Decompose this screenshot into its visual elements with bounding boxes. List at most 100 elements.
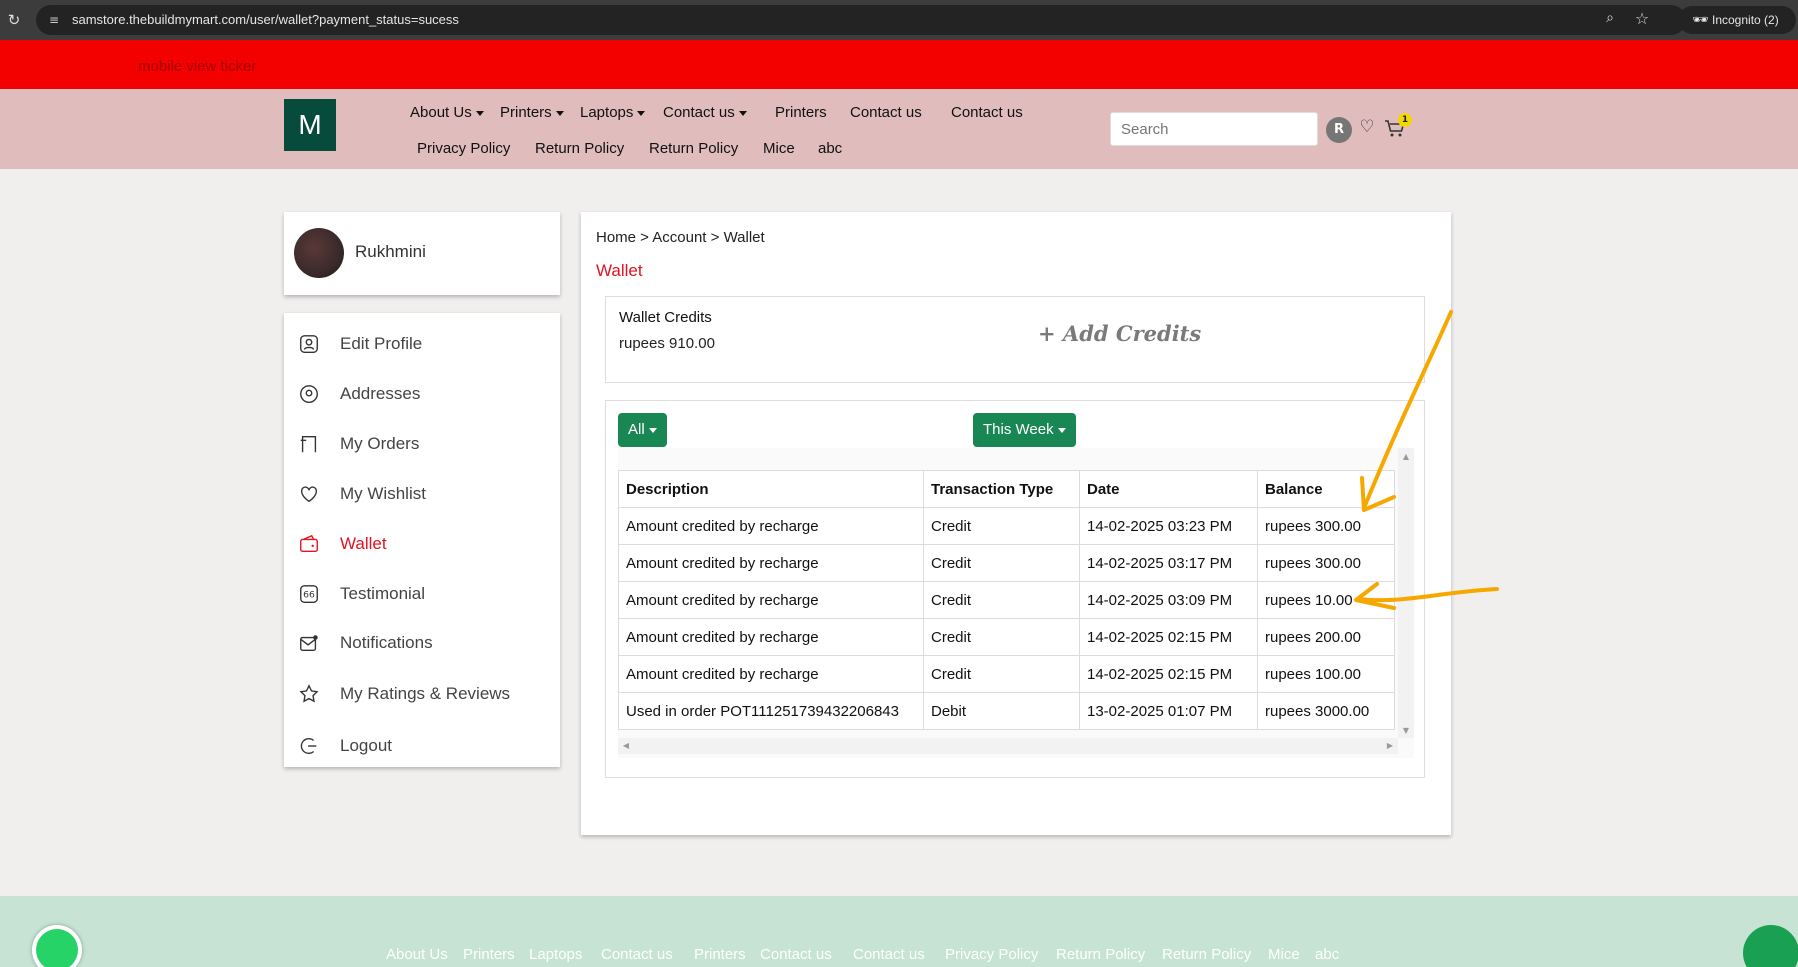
url-text[interactable]: samstore.thebuildmymart.com/user/wallet?… [72,12,459,27]
wishlist-heart-icon[interactable]: ♡ [1357,117,1377,141]
menu-item-my-orders[interactable]: My Orders [284,423,560,463]
cell-date: 13-02-2025 01:07 PM [1079,692,1258,730]
zoom-icon[interactable]: ⌕ [1600,10,1620,30]
profile-card: Rukhmini [284,212,560,295]
nav-label: Printers [500,104,552,121]
user-avatar[interactable]: R [1326,117,1352,143]
star-icon [299,684,319,703]
filter-label: This Week [983,421,1054,438]
chevron-down-icon [475,110,484,116]
vertical-scrollbar[interactable]: ▲ ▼ [1398,448,1414,738]
cell-balance: rupees 300.00 [1257,544,1395,582]
table-row: Amount credited by recharge Credit 14-02… [618,618,1395,656]
svg-text:66: 66 [303,590,315,601]
footer-link[interactable]: Privacy Policy [945,946,1038,963]
footer-link[interactable]: Laptops [529,946,582,963]
cell-type: Debit [923,692,1080,730]
nav-contact-dropdown[interactable]: Contact us [663,104,747,121]
menu-item-notifications[interactable]: Notifications [284,622,560,662]
incognito-label: Incognito (2) [1712,13,1779,27]
incognito-icon: 🕶 [1692,12,1709,27]
cell-balance: rupees 200.00 [1257,618,1395,656]
table-row: Amount credited by recharge Credit 14-02… [618,507,1395,545]
chevron-down-icon [648,427,657,433]
nav-printers-dropdown[interactable]: Printers [500,104,564,121]
nav-printers[interactable]: Printers [775,104,827,121]
nav-laptops-dropdown[interactable]: Laptops [580,104,646,121]
table-row: Amount credited by recharge Credit 14-02… [618,655,1395,693]
menu-item-addresses[interactable]: Addresses [284,373,560,413]
nav-return-policy[interactable]: Return Policy [649,140,738,157]
footer-link[interactable]: Contact us [853,946,925,963]
profile-name: Rukhmini [355,242,426,261]
account-menu: Edit Profile Addresses My Orders My Wish… [284,313,560,767]
footer-link[interactable]: abc [1315,946,1339,963]
wallet-credits-box: Wallet Credits rupees 910.00 + Add Credi… [605,296,1425,383]
nav-return-policy[interactable]: Return Policy [535,140,624,157]
period-filter-dropdown[interactable]: This Week [973,413,1076,447]
cell-date: 14-02-2025 03:17 PM [1079,544,1258,582]
menu-item-edit-profile[interactable]: Edit Profile [284,323,560,363]
cell-type: Credit [923,544,1080,582]
column-header: Balance [1257,470,1395,508]
bookmark-star-icon[interactable]: ☆ [1632,9,1652,29]
cell-type: Credit [923,655,1080,693]
menu-item-testimonial[interactable]: 66 Testimonial [284,573,560,613]
horizontal-scrollbar[interactable]: ◀ ▶ [618,738,1398,754]
chevron-down-icon [738,110,747,116]
chevron-down-icon [637,110,646,116]
whatsapp-button[interactable] [32,925,82,967]
footer-link[interactable]: Mice [1268,946,1300,963]
column-header: Description [618,470,924,508]
nav-label: Laptops [580,104,634,121]
cell-date: 14-02-2025 02:15 PM [1079,618,1258,656]
menu-item-wallet[interactable]: Wallet [284,523,560,563]
cell-description: Used in order POT111251739432206843 [618,692,924,730]
profile-avatar [294,228,344,278]
menu-label: Notifications [340,633,433,652]
nav-mice[interactable]: Mice [763,140,795,157]
scroll-left-icon[interactable]: ◀ [618,741,634,750]
scroll-right-icon[interactable]: ▶ [1382,741,1398,750]
user-icon [300,335,318,353]
scroll-up-icon[interactable]: ▲ [1398,452,1414,461]
footer-link[interactable]: Return Policy [1056,946,1145,963]
nav-contact-us[interactable]: Contact us [850,104,922,121]
nav-contact-us[interactable]: Contact us [951,104,1023,121]
nav-about-us[interactable]: About Us [410,104,484,121]
menu-item-logout[interactable]: Logout [284,725,560,765]
reload-icon[interactable]: ↻ [4,10,24,30]
footer-link[interactable]: Contact us [760,946,832,963]
type-filter-dropdown[interactable]: All [618,413,667,447]
add-credits-button[interactable]: + Add Credits [1038,321,1201,346]
menu-label: Logout [340,736,392,755]
footer-link[interactable]: About Us [386,946,448,963]
site-footer: About Us Printers Laptops Contact us Pri… [0,896,1798,967]
footer-link[interactable]: Printers [463,946,515,963]
chevron-down-icon [555,110,564,116]
quote-icon: 66 [300,585,318,603]
scroll-down-icon[interactable]: ▼ [1398,726,1414,735]
search-input[interactable] [1110,112,1318,146]
heart-icon [300,486,318,503]
cell-type: Credit [923,581,1080,619]
chat-widget-button[interactable] [1743,925,1798,967]
nav-abc[interactable]: abc [818,140,842,157]
site-logo[interactable]: M [284,99,336,151]
transactions-table-container: Description Transaction Type Date Balanc… [618,448,1414,758]
location-icon [300,385,318,403]
breadcrumb[interactable]: Home > Account > Wallet [596,229,765,246]
site-info-icon[interactable]: ≡ [44,10,64,30]
menu-label: Edit Profile [340,334,423,353]
nav-privacy-policy[interactable]: Privacy Policy [417,140,510,157]
menu-item-ratings-reviews[interactable]: My Ratings & Reviews [284,673,560,713]
footer-link[interactable]: Contact us [601,946,673,963]
transactions-box: All This Week Description Transaction Ty… [605,400,1425,778]
cell-balance: rupees 3000.00 [1257,692,1395,730]
menu-item-my-wishlist[interactable]: My Wishlist [284,473,560,513]
cell-description: Amount credited by recharge [618,618,924,656]
footer-link[interactable]: Printers [694,946,746,963]
incognito-indicator[interactable]: 🕶 Incognito (2) [1678,6,1796,34]
footer-link[interactable]: Return Policy [1162,946,1251,963]
filter-label: All [628,421,645,438]
